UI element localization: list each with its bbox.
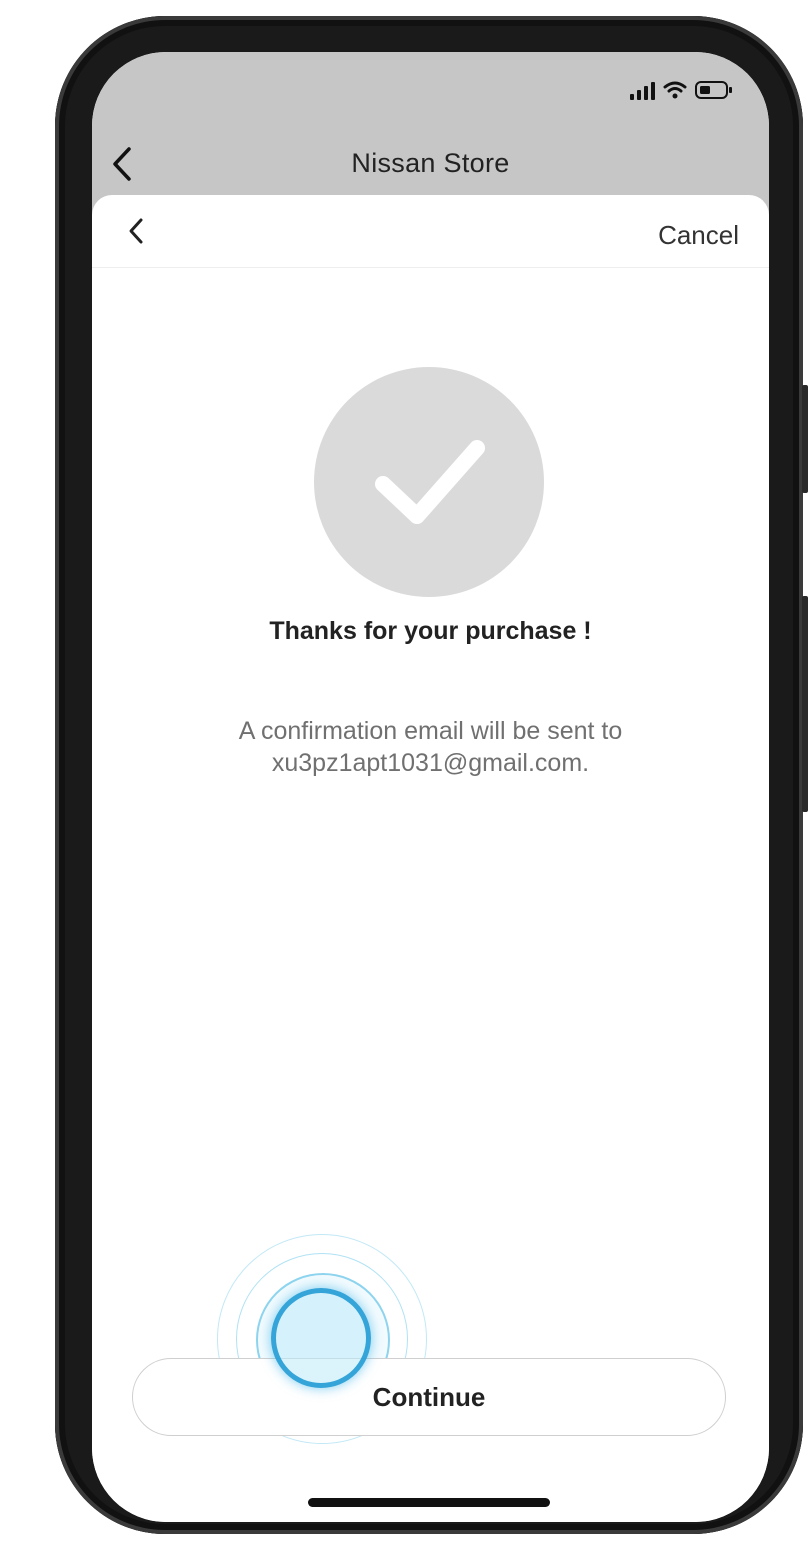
app-title: Nissan Store <box>351 148 510 178</box>
phone-side-button <box>802 385 808 493</box>
battery-icon <box>695 80 733 100</box>
purchase-confirmation-sheet: Cancel Thanks for your purchase ! A conf… <box>92 195 769 1522</box>
email-address: xu3pz1apt1031@gmail.com. <box>271 749 590 777</box>
chevron-left-icon <box>129 218 143 244</box>
sheet-back-button[interactable] <box>118 211 154 251</box>
signal-icon <box>630 80 655 100</box>
checkmark-icon <box>375 440 485 524</box>
phone-side-button <box>802 596 808 812</box>
confirmation-line: A confirmation email will be sent to <box>238 717 623 745</box>
sheet-header: Cancel <box>92 195 769 268</box>
home-indicator[interactable] <box>308 1498 550 1507</box>
success-badge <box>314 367 544 597</box>
app-bar: Nissan Store <box>92 136 769 192</box>
confirmation-message: A confirmation email will be sent to xu3… <box>152 715 709 779</box>
thanks-heading: Thanks for your purchase ! <box>269 617 592 645</box>
continue-label: Continue <box>372 1381 486 1412</box>
tap-focus-ring <box>271 1288 371 1388</box>
wifi-icon <box>663 80 687 100</box>
cancel-button[interactable]: Cancel <box>658 220 739 251</box>
status-bar <box>630 78 733 102</box>
phone-screen: Nissan Store Cancel Thanks for your purc… <box>92 52 769 1522</box>
continue-button[interactable]: Continue <box>132 1358 726 1436</box>
